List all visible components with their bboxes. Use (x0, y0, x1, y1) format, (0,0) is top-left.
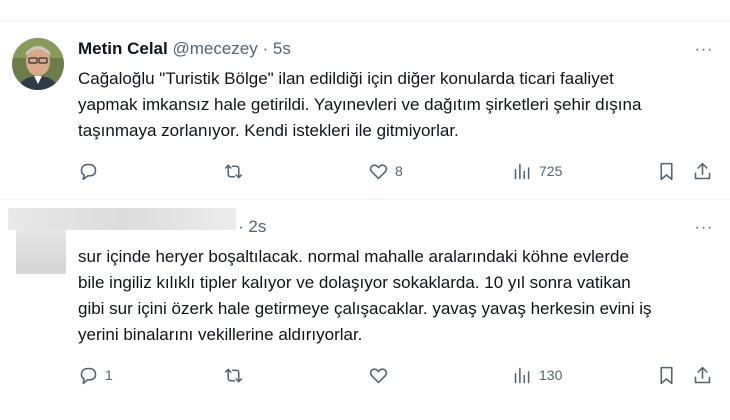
bookmark-icon (660, 162, 673, 180)
action-bar: 1 130 (78, 362, 718, 388)
avatar[interactable] (12, 38, 64, 90)
tweet-2[interactable]: · 2s ··· sur içinde heryer boşaltılacak.… (0, 200, 730, 420)
like-icon (369, 367, 388, 383)
views-icon (514, 367, 530, 383)
views-count: 725 (539, 163, 563, 179)
action-bar: 8 725 (78, 158, 718, 184)
bookmark-button[interactable] (656, 158, 677, 184)
separator-dot: · (238, 217, 244, 236)
tweet-1[interactable]: Metin Celal @mecezey · 5s ··· Cağaloğlu … (0, 0, 730, 199)
author-name[interactable]: Metin Celal (78, 39, 168, 58)
views-button[interactable]: 130 (512, 362, 562, 388)
redacted-avatar-and-name (8, 208, 236, 230)
tweet-header: Metin Celal @mecezey · 5s (78, 38, 291, 60)
retweet-button[interactable] (223, 362, 250, 388)
reply-button[interactable]: 1 (78, 362, 113, 388)
tweet-header: · 2s (238, 216, 266, 238)
timestamp[interactable]: 2s (248, 217, 266, 236)
tweet-text: Cağaloğlu "Turistik Bölge" ilan edildiği… (78, 69, 642, 140)
like-button[interactable] (368, 362, 395, 388)
bookmark-button[interactable] (656, 362, 677, 388)
separator-dot: · (262, 39, 269, 58)
retweet-icon (224, 368, 243, 382)
timestamp[interactable]: 5s (273, 39, 291, 58)
share-button[interactable] (692, 362, 713, 388)
reply-count: 1 (105, 367, 113, 383)
more-icon[interactable]: ··· (692, 40, 716, 60)
tweet-text: sur içinde heryer boşaltılacak. normal m… (78, 247, 652, 344)
author-handle[interactable]: @mecezey (172, 39, 257, 58)
like-icon (369, 163, 388, 179)
like-count: 8 (395, 163, 403, 179)
reply-icon (80, 163, 97, 180)
reply-button[interactable] (78, 158, 105, 184)
more-icon[interactable]: ··· (692, 218, 716, 238)
views-count: 130 (539, 367, 563, 383)
retweet-button[interactable] (223, 158, 250, 184)
reply-icon (80, 367, 97, 384)
share-button[interactable] (692, 158, 713, 184)
avatar-photo (12, 38, 64, 90)
share-icon (694, 366, 711, 383)
redacted-avatar (16, 230, 66, 274)
bookmark-icon (660, 366, 673, 384)
like-button[interactable]: 8 (368, 158, 403, 184)
retweet-icon (224, 164, 243, 178)
views-button[interactable]: 725 (512, 158, 562, 184)
views-icon (514, 163, 530, 179)
share-icon (694, 162, 711, 179)
